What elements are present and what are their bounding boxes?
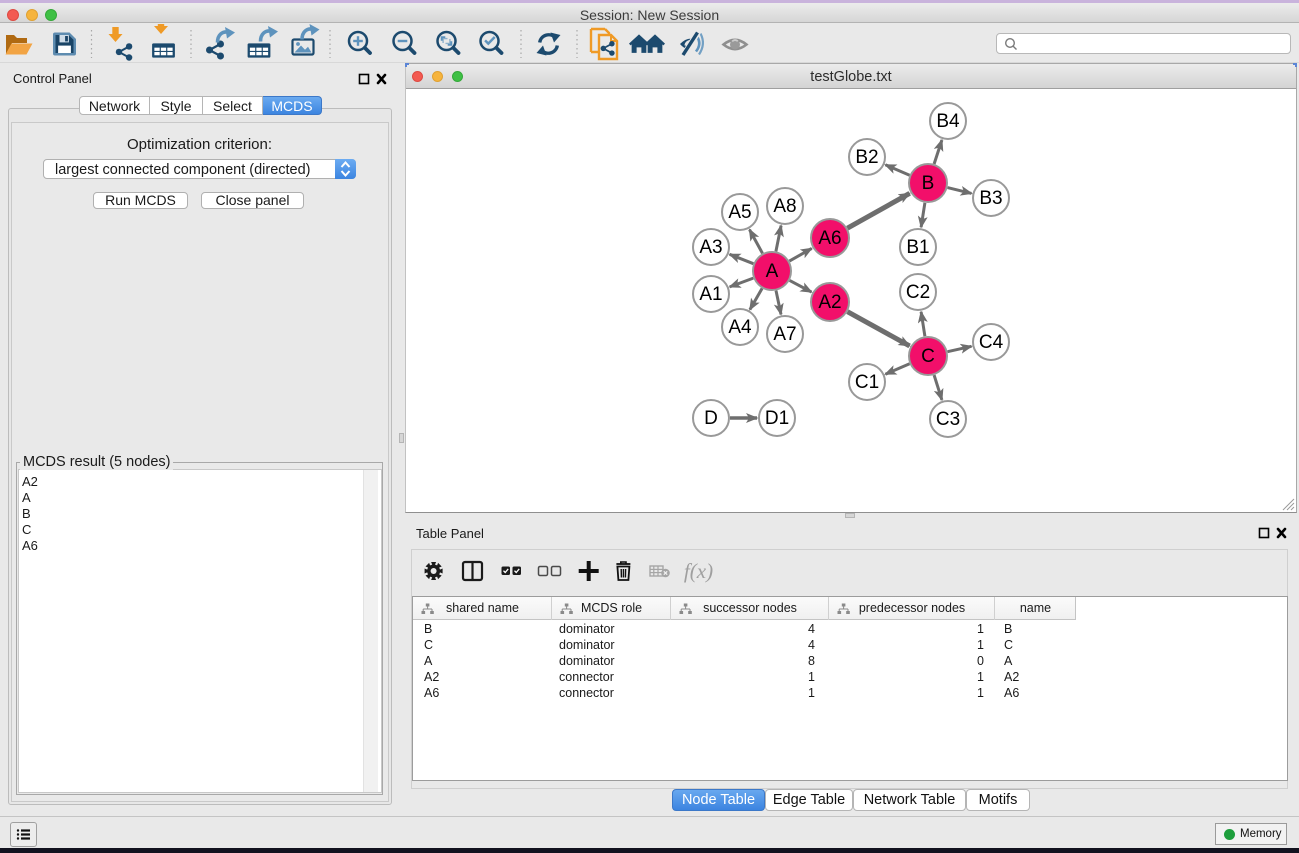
svg-text:B4: B4: [936, 111, 960, 132]
svg-text:A7: A7: [773, 324, 796, 345]
svg-text:C1: C1: [855, 372, 879, 393]
svg-text:A2: A2: [818, 292, 841, 313]
svg-text:B2: B2: [855, 147, 878, 168]
svg-text:B: B: [922, 173, 935, 194]
svg-text:f(x): f(x): [684, 559, 713, 583]
svg-text:A6: A6: [818, 228, 841, 249]
svg-text:C4: C4: [979, 332, 1004, 353]
svg-text:A8: A8: [773, 196, 796, 217]
svg-text:D: D: [704, 408, 718, 429]
svg-text:A: A: [766, 261, 779, 282]
svg-text:A5: A5: [728, 202, 751, 223]
svg-text:B3: B3: [979, 188, 1002, 209]
svg-text:A1: A1: [699, 284, 722, 305]
svg-text:B1: B1: [906, 237, 929, 258]
svg-text:A3: A3: [699, 237, 722, 258]
svg-text:C: C: [921, 346, 935, 367]
svg-text:C2: C2: [906, 282, 930, 303]
svg-text:A4: A4: [728, 317, 752, 338]
svg-text:D1: D1: [765, 408, 789, 429]
svg-text:C3: C3: [936, 409, 960, 430]
